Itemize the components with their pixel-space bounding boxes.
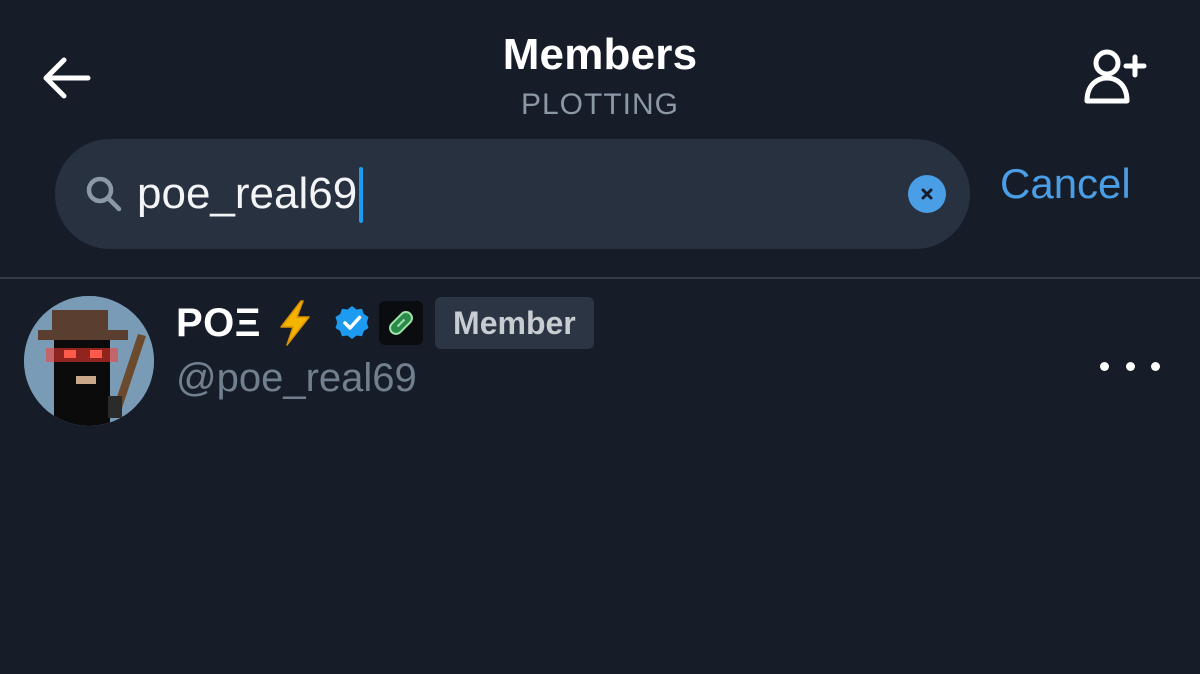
more-horizontal-icon-dot bbox=[1125, 361, 1135, 371]
more-horizontal-icon-dot bbox=[1100, 361, 1109, 371]
divider bbox=[0, 277, 1200, 279]
lightning-bolt-icon bbox=[280, 300, 310, 346]
search-bar[interactable] bbox=[55, 139, 970, 249]
cancel-button[interactable]: Cancel bbox=[1000, 160, 1131, 208]
add-member-button[interactable] bbox=[1076, 46, 1156, 108]
more-options-button[interactable] bbox=[1100, 346, 1160, 386]
pill-icon bbox=[379, 301, 424, 345]
members-screen: Members PLOTTING Cancel bbox=[0, 0, 1200, 674]
more-horizontal-icon-dot bbox=[1151, 361, 1160, 371]
avatar[interactable] bbox=[24, 296, 154, 426]
text-caret bbox=[359, 167, 363, 223]
verified-icon bbox=[335, 306, 369, 339]
avatar-image bbox=[24, 296, 154, 426]
member-name-line: POΞ Member bbox=[176, 297, 594, 349]
search-input[interactable] bbox=[137, 165, 877, 223]
add-user-icon bbox=[1084, 49, 1147, 104]
clear-search-button[interactable] bbox=[908, 175, 946, 213]
member-handle: @poe_real69 bbox=[176, 356, 417, 400]
member-display-name: POΞ bbox=[176, 300, 262, 345]
role-badge: Member bbox=[435, 297, 594, 349]
page-title: Members bbox=[502, 30, 698, 79]
clear-icon bbox=[921, 188, 933, 200]
member-list-item[interactable]: POΞ Member @poe_real69 bbox=[0, 280, 1200, 440]
page-subtitle: PLOTTING bbox=[520, 88, 679, 121]
search-icon bbox=[86, 176, 122, 212]
